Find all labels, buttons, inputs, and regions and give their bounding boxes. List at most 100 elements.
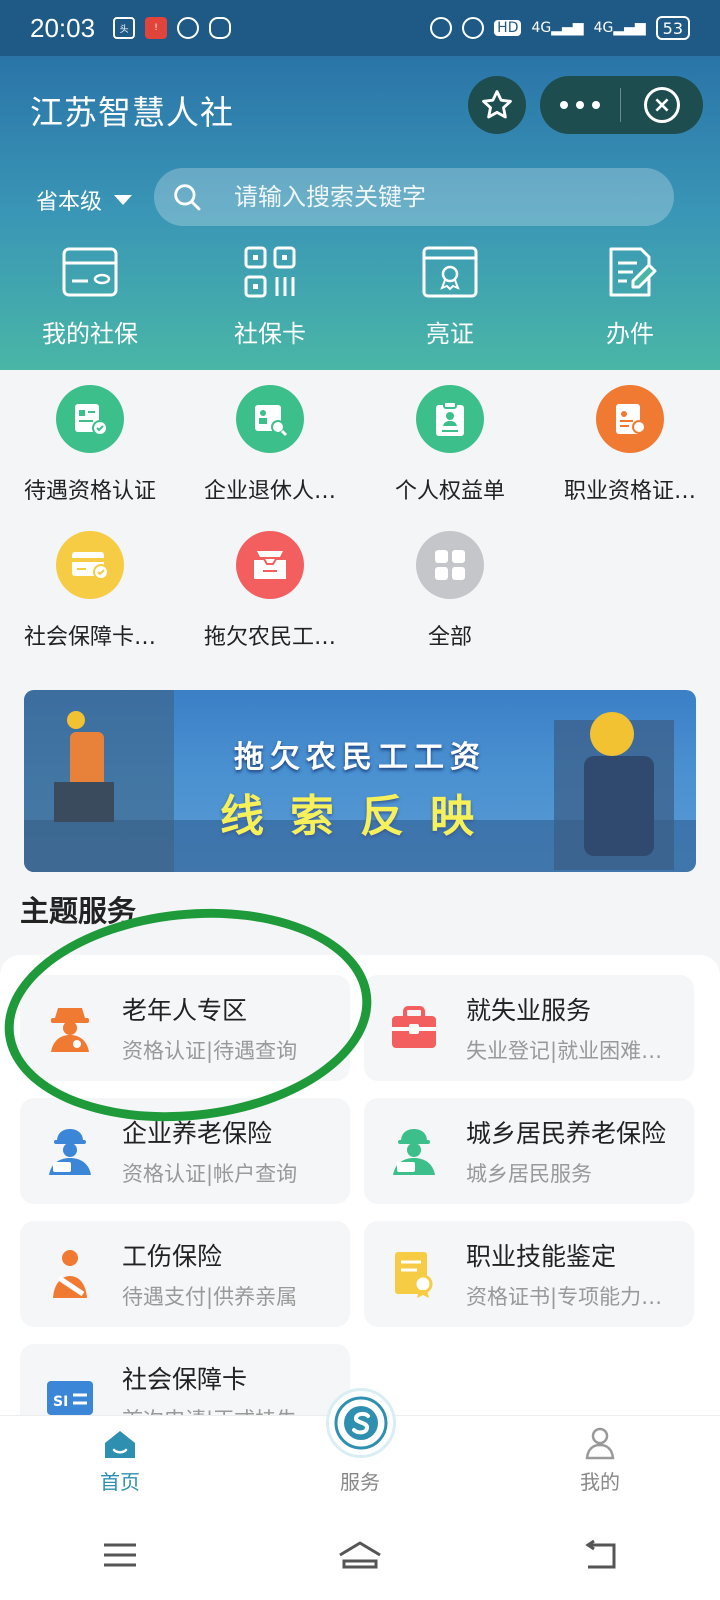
- card-title: 就失业服务: [466, 996, 592, 1025]
- qr-code-icon: [240, 244, 300, 300]
- grid-icon: [416, 531, 484, 599]
- back-icon[interactable]: [570, 1535, 630, 1575]
- card-subtitle: 资格认证|帐户查询: [122, 1162, 298, 1186]
- quick-actions: 我的社保 社保卡 亮证 办件: [0, 244, 720, 349]
- card-subtitle: 失业登记|就业困难…: [466, 1039, 663, 1063]
- card-subtitle: 待遇支付|供养亲属: [122, 1285, 298, 1309]
- service-vocational-cert[interactable]: 职业资格证…: [540, 385, 720, 531]
- card-title: 社会保障卡: [122, 1365, 248, 1394]
- status-time: 20:03: [30, 12, 96, 43]
- social-security-card-icon: SI: [40, 1377, 100, 1417]
- system-navigation-bar: [0, 1509, 720, 1600]
- clipboard-user-icon: [416, 385, 484, 453]
- card-icon: [60, 244, 120, 300]
- app-header: 江苏智慧人社 × 省本级 我的社保 社保卡: [0, 56, 720, 370]
- favorite-button[interactable]: [468, 76, 526, 134]
- service-label: 社会保障卡…: [23, 625, 156, 650]
- service-label: 全部: [427, 625, 472, 650]
- battery-indicator: 53: [655, 16, 690, 40]
- service-personal-rights[interactable]: 个人权益单: [360, 385, 540, 531]
- close-button[interactable]: ×: [621, 87, 703, 123]
- card-title: 职业技能鉴定: [466, 1242, 617, 1271]
- status-bar: 20:03 头 ! HD 4G▂▄▆ 4G▂▄▆ 53: [0, 0, 720, 56]
- card-title: 企业养老保险: [122, 1119, 273, 1148]
- edit-document-icon: [600, 244, 660, 300]
- quick-label: 亮证: [426, 320, 474, 348]
- enterprise-worker-icon: [40, 1125, 100, 1177]
- home-icon: [105, 1431, 135, 1458]
- elderly-icon: [40, 1002, 100, 1054]
- verify-doc-icon: [56, 385, 124, 453]
- quick-my-insurance[interactable]: 我的社保: [0, 244, 180, 349]
- mute-icon: [462, 17, 485, 39]
- search-bar[interactable]: [154, 168, 674, 226]
- inbox-icon: [236, 531, 304, 599]
- notification-icon: !: [145, 17, 168, 39]
- card-check-icon: [56, 531, 124, 599]
- mini-program-capsule: ×: [540, 76, 703, 134]
- section-title: 主题服务: [20, 894, 137, 928]
- card-subtitle: 资格证书|专项能力…: [466, 1285, 663, 1309]
- service-all[interactable]: 全部: [360, 531, 540, 677]
- quick-label: 社保卡: [234, 320, 306, 348]
- service-label: 待遇资格认证: [23, 479, 156, 504]
- resident-worker-icon: [384, 1125, 444, 1177]
- card-title: 工伤保险: [122, 1242, 223, 1271]
- alarm-status-icon: [430, 17, 453, 39]
- menu-icon[interactable]: [90, 1535, 150, 1575]
- service-label: 拖欠农民工…: [203, 625, 336, 650]
- card-subtitle: 资格认证|待遇查询: [122, 1039, 298, 1063]
- skill-certificate-icon: [384, 1248, 444, 1300]
- toutiao-icon: 头: [113, 17, 136, 39]
- tab-home[interactable]: 首页: [0, 1416, 240, 1509]
- signal-1: 4G▂▄▆: [531, 20, 584, 36]
- card-skill-appraisal[interactable]: 职业技能鉴定 资格证书|专项能力…: [364, 1221, 694, 1327]
- svg-text:SI: SI: [53, 1394, 68, 1410]
- quick-handle-affairs[interactable]: 办件: [540, 244, 720, 349]
- quick-label: 我的社保: [42, 320, 138, 348]
- card-subtitle: 城乡居民服务: [466, 1162, 592, 1186]
- service-social-card[interactable]: 社会保障卡…: [0, 531, 180, 677]
- quick-label: 办件: [606, 320, 654, 348]
- certificate-search-icon: [596, 385, 664, 453]
- quick-show-certificate[interactable]: 亮证: [360, 244, 540, 349]
- service-logo-icon[interactable]: [326, 1388, 396, 1458]
- user-icon: [585, 1427, 615, 1460]
- service-label: 个人权益单: [394, 479, 505, 504]
- service-retiree[interactable]: 企业退休人…: [180, 385, 360, 531]
- chevron-down-icon: [114, 195, 133, 205]
- service-wage-arrears[interactable]: 拖欠农民工…: [180, 531, 360, 677]
- injury-icon: [40, 1248, 100, 1300]
- search-input[interactable]: [234, 183, 614, 211]
- card-resident-pension[interactable]: 城乡居民养老保险 城乡居民服务: [364, 1098, 694, 1204]
- certificate-icon: [420, 244, 480, 300]
- banner-line-1: 拖欠农民工工资: [234, 740, 486, 775]
- card-work-injury[interactable]: 工伤保险 待遇支付|供养亲属: [20, 1221, 350, 1327]
- briefcase-icon: [384, 1005, 444, 1051]
- service-label: 企业退休人…: [203, 479, 336, 504]
- card-enterprise-pension[interactable]: 企业养老保险 资格认证|帐户查询: [20, 1098, 350, 1204]
- service-qualification-auth[interactable]: 待遇资格认证: [0, 385, 180, 531]
- hd-badge: HD: [494, 20, 522, 36]
- tab-mine[interactable]: 我的: [480, 1416, 720, 1509]
- tab-label: 首页: [100, 1470, 140, 1494]
- signal-2: 4G▂▄▆: [593, 20, 646, 36]
- wechat-icon: [209, 17, 232, 39]
- star-icon: [482, 90, 512, 119]
- card-title: 老年人专区: [122, 996, 248, 1025]
- quick-social-card[interactable]: 社保卡: [180, 244, 360, 349]
- retiree-search-icon: [236, 385, 304, 453]
- home-nav-icon[interactable]: [330, 1535, 390, 1575]
- service-grid: 待遇资格认证 企业退休人… 个人权益单 职业资格证… 社会保障卡… 拖欠农民工……: [0, 385, 720, 677]
- card-elderly-zone[interactable]: 老年人专区 资格认证|待遇查询: [20, 975, 350, 1081]
- region-label: 省本级: [36, 190, 103, 215]
- card-employment-services[interactable]: 就失业服务 失业登记|就业困难…: [364, 975, 694, 1081]
- region-selector[interactable]: 省本级: [36, 184, 133, 216]
- service-label: 职业资格证…: [563, 479, 696, 504]
- wage-arrears-banner[interactable]: 拖欠农民工工资 线索反映: [24, 690, 696, 872]
- theme-services-panel: 老年人专区 资格认证|待遇查询 就失业服务 失业登记|就业困难… 企业养老保险 …: [0, 955, 720, 1450]
- tab-label: 服务: [340, 1470, 380, 1494]
- more-button[interactable]: [540, 101, 620, 109]
- search-icon: [174, 184, 201, 211]
- app-title: 江苏智慧人社: [30, 93, 234, 132]
